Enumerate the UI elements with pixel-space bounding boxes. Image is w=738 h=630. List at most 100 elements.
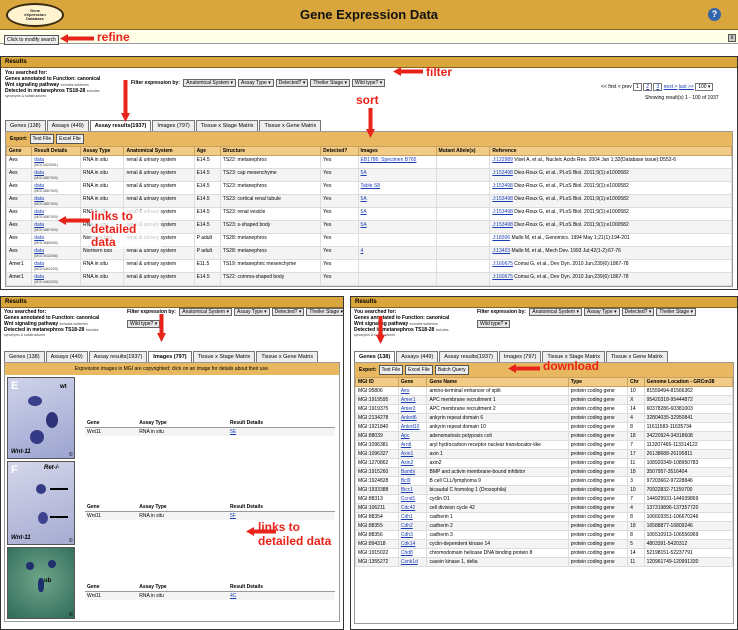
gene-symbol-link[interactable]: Ankrd10 — [401, 424, 420, 430]
gene-symbol-link[interactable]: Chd8 — [401, 550, 413, 556]
genes-tab-assay-results[interactable]: Assay results(1937) — [439, 351, 498, 362]
assay-col-header[interactable]: Age — [193, 146, 221, 156]
pager-first[interactable]: << first — [601, 84, 616, 90]
assay-col-header[interactable]: Assay Type — [80, 146, 125, 156]
reference-link[interactable]: J:13403 — [492, 248, 510, 254]
genes-tab-genes[interactable]: Genes (138) — [354, 351, 396, 362]
expression-image-c[interactable]: ub © — [7, 547, 75, 619]
gene-col-header[interactable]: Chr — [627, 377, 645, 387]
gene-symbol-link[interactable]: Amer1 — [401, 397, 416, 403]
gene-symbol-link[interactable]: Amer2 — [401, 406, 416, 412]
gene-symbol-link[interactable]: Cdh3 — [401, 532, 413, 538]
images-filter-anatomical-system[interactable]: Anatomical System ▾ — [179, 308, 232, 316]
gene-symbol-link[interactable]: Axin1 — [401, 451, 414, 457]
genes-filter-wild-type[interactable]: Wild type? ▾ — [477, 320, 511, 328]
pager-next[interactable]: next > — [664, 84, 678, 90]
close-icon[interactable]: x — [728, 34, 736, 42]
pager-last[interactable]: last >> — [679, 84, 694, 90]
gene-col-header[interactable]: Gene — [397, 377, 428, 387]
image-link[interactable]: EB1786: Specimen B765 — [361, 157, 417, 163]
gene-symbol-link[interactable]: Apc — [401, 433, 410, 439]
images-filter-detected[interactable]: Detected? ▾ — [271, 308, 305, 316]
reference-link[interactable]: J:18306 — [492, 235, 510, 241]
images-tab-tissue-stage-matrix[interactable]: Tissue x Stage Matrix — [192, 351, 256, 362]
tab-images[interactable]: Images (797) — [152, 120, 195, 131]
reference-link[interactable]: J:153498 — [492, 196, 513, 202]
filter-wild-type[interactable]: Wild type? ▾ — [352, 79, 386, 87]
reference-link[interactable]: J:153498 — [492, 209, 513, 215]
genes-tab-assays[interactable]: Assays (449) — [396, 351, 439, 362]
filter-assay-type[interactable]: Assay Type ▾ — [238, 79, 274, 87]
gene-symbol-link[interactable]: Ankrd6 — [401, 415, 417, 421]
reference-link[interactable]: J:153498 — [492, 183, 513, 189]
genes-filter-detected[interactable]: Detected? ▾ — [621, 308, 655, 316]
assay-col-header[interactable]: Reference — [489, 146, 732, 156]
images-tab-genes[interactable]: Genes (138) — [4, 351, 45, 362]
gene-symbol-link[interactable]: Axin2 — [401, 460, 414, 466]
images-filter-wild-type[interactable]: Wild type? ▾ — [127, 320, 161, 328]
gene-symbol-link[interactable]: Csnk1d — [401, 559, 418, 565]
image-result-link[interactable]: 4C — [230, 593, 236, 599]
image-link[interactable]: 4 — [361, 248, 364, 254]
help-icon[interactable]: ? — [708, 8, 721, 21]
assay-col-header[interactable]: Images — [357, 146, 437, 156]
images-tab-tissue-gene-matrix[interactable]: Tissue x Gene Matrix — [256, 351, 319, 362]
export-text-button[interactable]: Text File — [29, 134, 55, 144]
gene-symbol-link[interactable]: Arntl — [401, 442, 411, 448]
image-result-link[interactable]: 5F — [230, 513, 236, 519]
genes-export-excel-button[interactable]: Excel File — [405, 365, 433, 375]
reference-link[interactable]: J:160675 — [492, 274, 513, 280]
genes-filter-assay-type[interactable]: Assay Type ▾ — [584, 308, 620, 316]
filter-theiler-stage[interactable]: Theiler Stage ▾ — [310, 79, 350, 87]
assay-col-header[interactable]: Detected? — [320, 146, 359, 156]
gene-symbol-link[interactable]: Aes — [401, 388, 410, 394]
gene-symbol-link[interactable]: Cdk14 — [401, 541, 415, 547]
genes-filter-theiler-stage[interactable]: Theiler Stage ▾ — [656, 308, 696, 316]
image-link[interactable]: 5A — [361, 170, 367, 176]
batch-query-button[interactable]: Batch Query — [434, 365, 469, 375]
modify-search-button[interactable]: Click to modify search — [4, 35, 59, 45]
genes-filter-anatomical-system[interactable]: Anatomical System ▾ — [529, 308, 582, 316]
genes-tab-tissue-gene-matrix[interactable]: Tissue x Gene Matrix — [606, 351, 668, 362]
expression-image-e[interactable]: E wt Wnt-11 © — [7, 377, 75, 459]
tab-genes[interactable]: Genes (138) — [5, 120, 46, 131]
reference-link[interactable]: J:122989 — [492, 157, 513, 163]
gene-col-header[interactable]: Genome Location - GRCm38 — [643, 377, 733, 387]
assay-col-header[interactable]: Result Details — [31, 146, 82, 156]
pager-page-3[interactable]: 3 — [653, 83, 663, 91]
image-link[interactable]: 5A — [361, 196, 367, 202]
images-tab-assay-results[interactable]: Assay results(1937) — [88, 351, 148, 362]
gene-symbol-link[interactable]: Cdh2 — [401, 523, 413, 529]
page-size-select[interactable]: 100 ▾ — [695, 83, 714, 91]
tab-assays[interactable]: Assays (449) — [46, 120, 89, 131]
assay-col-header[interactable]: Gene — [5, 146, 33, 156]
gene-symbol-link[interactable]: Cdh1 — [401, 514, 413, 520]
image-link[interactable]: 5A — [361, 222, 367, 228]
gene-symbol-link[interactable]: Ccnd1 — [401, 496, 415, 502]
assay-col-header[interactable]: Mutant Allele(s) — [435, 146, 491, 156]
image-link[interactable]: 5A — [361, 209, 367, 215]
reference-link[interactable]: J:160675 — [492, 261, 513, 267]
pager-prev[interactable]: < prev — [618, 84, 632, 90]
images-filter-theiler-stage[interactable]: Theiler Stage ▾ — [306, 308, 343, 316]
expression-image-f[interactable]: F Ret-/- Wnt-11 © — [7, 461, 75, 545]
image-result-link[interactable]: 5E — [230, 429, 236, 435]
gene-col-header[interactable]: Type — [567, 377, 629, 387]
genes-export-text-button[interactable]: Text File — [378, 365, 404, 375]
images-tab-images[interactable]: Images (797) — [148, 351, 192, 362]
gene-col-header[interactable]: Gene Name — [426, 377, 569, 387]
gene-col-header[interactable]: MGI ID — [355, 377, 399, 387]
reference-link[interactable]: J:153498 — [492, 170, 513, 176]
tab-tissue-stage-matrix[interactable]: Tissue x Stage Matrix — [195, 120, 259, 131]
pager-page-1[interactable]: 1 — [633, 83, 642, 91]
tab-tissue-gene-matrix[interactable]: Tissue x Gene Matrix — [259, 120, 322, 131]
gene-symbol-link[interactable]: Bicc1 — [401, 487, 413, 493]
filter-detected[interactable]: Detected? ▾ — [275, 79, 309, 87]
genes-tab-images[interactable]: Images (797) — [498, 351, 542, 362]
images-filter-assay-type[interactable]: Assay Type ▾ — [234, 308, 270, 316]
gene-symbol-link[interactable]: Cdc42 — [401, 505, 415, 511]
gene-symbol-link[interactable]: Bambi — [401, 469, 415, 475]
images-tab-assays[interactable]: Assays (449) — [45, 351, 88, 362]
gene-symbol-link[interactable]: Bcl9 — [401, 478, 411, 484]
pager-page-2[interactable]: 2 — [643, 83, 653, 91]
